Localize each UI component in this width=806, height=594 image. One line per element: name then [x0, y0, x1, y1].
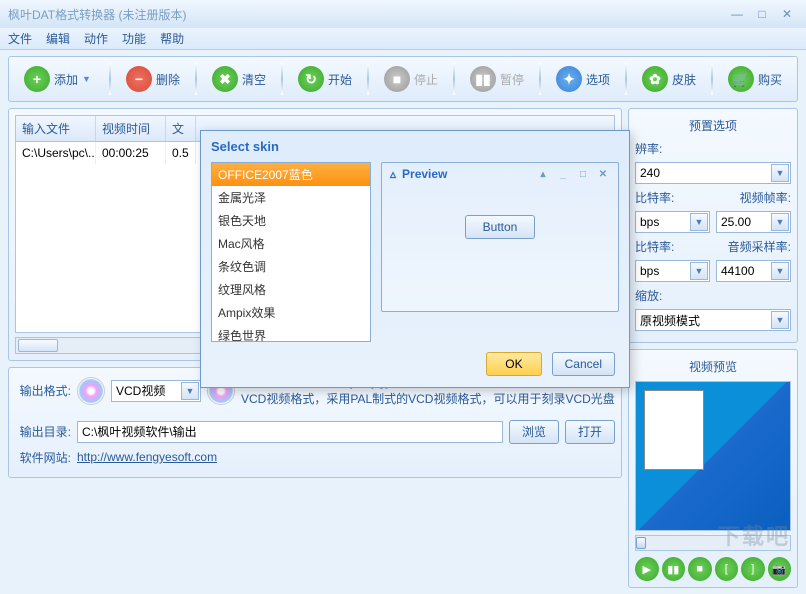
app-title: 枫叶DAT格式转换器 (未注册版本) [8, 6, 186, 23]
dialog-title: Select skin [201, 131, 629, 162]
preset-panel: 预置选项 辨率: 240▼ 比特率:视频帧率: bps▼ 25.00▼ 比特率:… [628, 108, 798, 343]
skin-preview: ▵ Preview ▴ _ □ ✕ Button [381, 162, 619, 312]
dir-label: 输出目录: [15, 423, 71, 440]
collapse-icon[interactable]: ▵ [390, 167, 396, 181]
menu-file[interactable]: 文件 [8, 30, 32, 47]
add-button[interactable]: +添加▼ [15, 61, 103, 97]
preview-panel: 视频预览 ▶ ▮▮ ■ [ ] 📷 [628, 349, 798, 588]
abr-combo[interactable]: bps▼ [635, 260, 710, 282]
pause-button[interactable]: ▮▮ [662, 557, 686, 581]
cd-icon [77, 377, 105, 405]
open-button[interactable]: 打开 [565, 420, 615, 444]
delete-button[interactable]: −删除 [117, 61, 189, 97]
apple-icon: ✿ [642, 66, 668, 92]
menu-edit[interactable]: 编辑 [46, 30, 70, 47]
stop-button[interactable]: ■停止 [375, 61, 447, 97]
list-item[interactable]: Ampix效果 [212, 301, 370, 324]
play-button[interactable]: ▶ [635, 557, 659, 581]
skin-listbox[interactable]: OFFICE2007蓝色 金属光泽 银色天地 Mac风格 条纹色调 纹理风格 A… [211, 162, 371, 342]
stop-icon: ■ [384, 66, 410, 92]
toolbar: +添加▼ −删除 ✖清空 ↻开始 ■停止 ▮▮暂停 ✦选项 ✿皮肤 🛒购买 [8, 56, 798, 102]
format-combo[interactable]: VCD视频▼ [111, 380, 201, 402]
stop-button[interactable]: ■ [688, 557, 712, 581]
list-item[interactable]: OFFICE2007蓝色 [212, 163, 370, 186]
tools-icon: ✦ [556, 66, 582, 92]
fmt-label: 输出格式: [15, 382, 71, 399]
menu-function[interactable]: 功能 [122, 30, 146, 47]
site-link[interactable]: http://www.fengyesoft.com [77, 450, 217, 464]
col-other[interactable]: 文 [166, 116, 196, 141]
options-button[interactable]: ✦选项 [547, 61, 619, 97]
res-combo[interactable]: 240▼ [635, 162, 791, 184]
list-item[interactable]: 条纹色调 [212, 255, 370, 278]
cut-end-button[interactable]: ] [741, 557, 765, 581]
zoom-combo[interactable]: 原视频模式▼ [635, 309, 791, 331]
chevron-down-icon[interactable]: ▼ [82, 74, 94, 84]
list-item[interactable]: 银色天地 [212, 209, 370, 232]
refresh-icon: ↻ [298, 66, 324, 92]
seek-slider[interactable] [635, 535, 791, 551]
close-icon[interactable]: ✕ [596, 168, 610, 180]
preset-title: 预置选项 [635, 115, 791, 140]
maximize-icon[interactable]: □ [576, 168, 590, 180]
ok-button[interactable]: OK [486, 352, 541, 376]
col-time[interactable]: 视频时间 [96, 116, 166, 141]
up-icon[interactable]: ▴ [536, 168, 550, 180]
output-dir-input[interactable]: C:\枫叶视频软件\输出 [77, 421, 503, 443]
minus-icon: − [126, 66, 152, 92]
preview-button[interactable]: Button [465, 215, 535, 239]
site-label: 软件网站: [15, 449, 71, 466]
list-item[interactable]: 纹理风格 [212, 278, 370, 301]
vbr-combo[interactable]: bps▼ [635, 211, 710, 233]
maximize-icon[interactable]: □ [751, 5, 773, 23]
clear-icon: ✖ [212, 66, 238, 92]
skin-button[interactable]: ✿皮肤 [633, 61, 705, 97]
pause-button[interactable]: ▮▮暂停 [461, 61, 533, 97]
clear-button[interactable]: ✖清空 [203, 61, 275, 97]
preview-title: 视频预览 [635, 356, 791, 381]
fps-combo[interactable]: 25.00▼ [716, 211, 791, 233]
close-icon[interactable]: ✕ [776, 5, 798, 23]
minimize-icon[interactable]: _ [556, 168, 570, 180]
minimize-icon[interactable]: — [726, 5, 748, 23]
chevron-down-icon: ▼ [181, 382, 199, 400]
skin-dialog: Select skin OFFICE2007蓝色 金属光泽 银色天地 Mac风格… [200, 130, 630, 388]
list-item[interactable]: 金属光泽 [212, 186, 370, 209]
list-item[interactable]: Mac风格 [212, 232, 370, 255]
asr-combo[interactable]: 44100▼ [716, 260, 791, 282]
cut-start-button[interactable]: [ [715, 557, 739, 581]
menu-bar: 文件 编辑 动作 功能 帮助 [0, 28, 806, 50]
cancel-button[interactable]: Cancel [552, 352, 615, 376]
menu-action[interactable]: 动作 [84, 30, 108, 47]
buy-button[interactable]: 🛒购买 [719, 61, 791, 97]
pause-icon: ▮▮ [470, 66, 496, 92]
snapshot-button[interactable]: 📷 [768, 557, 792, 581]
start-button[interactable]: ↻开始 [289, 61, 361, 97]
title-bar: 枫叶DAT格式转换器 (未注册版本) — □ ✕ [0, 0, 806, 28]
menu-help[interactable]: 帮助 [160, 30, 184, 47]
list-item[interactable]: 绿色世界 [212, 324, 370, 342]
video-preview [635, 381, 791, 531]
cart-icon: 🛒 [728, 66, 754, 92]
col-file[interactable]: 输入文件 [16, 116, 96, 141]
browse-button[interactable]: 浏览 [509, 420, 559, 444]
plus-icon: + [24, 66, 50, 92]
